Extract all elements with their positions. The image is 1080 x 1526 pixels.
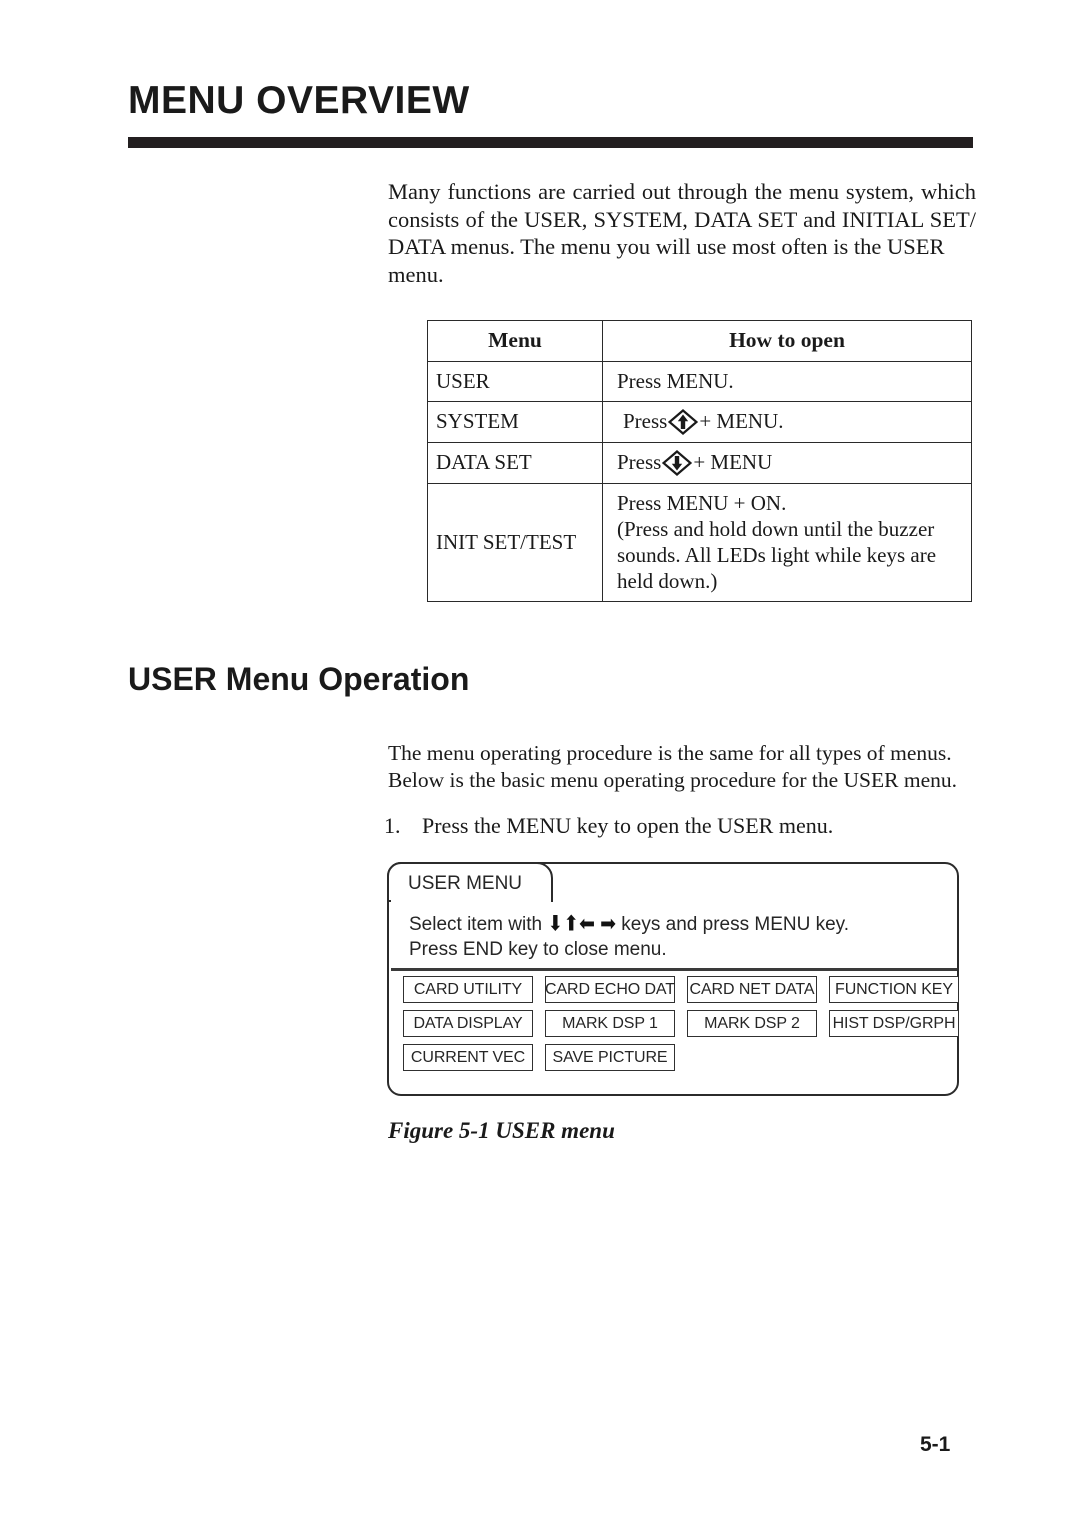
- menu-name-user: USER: [427, 361, 603, 402]
- step-number: 1.: [384, 813, 401, 838]
- menu-grid-row: DATA DISPLAY MARK DSP 1 MARK DSP 2 HIST …: [403, 1010, 959, 1037]
- menu-cell: MARK DSP 2: [687, 1010, 829, 1037]
- menu-item-mark-dsp-2[interactable]: MARK DSP 2: [687, 1010, 817, 1037]
- menu-item-hist-dsp-grph[interactable]: HIST DSP/GRPH: [829, 1010, 959, 1037]
- page-title: MENU OVERVIEW: [128, 79, 470, 122]
- menu-instruction-line-2: Press END key to close menu.: [409, 939, 667, 960]
- menu-cell: HIST DSP/GRPH: [829, 1010, 971, 1037]
- intro-line-3: DATA menus. The menu you will use most o…: [388, 234, 945, 259]
- menu-name-init-set-test: INIT SET/TEST: [427, 483, 603, 602]
- how-to-open-user: Press MENU.: [602, 361, 972, 402]
- menu-name-data-set: DATA SET: [427, 442, 603, 484]
- how-to-line-2: (Press and hold down until the buzzer: [617, 517, 935, 541]
- menu-item-save-picture[interactable]: SAVE PICTURE: [545, 1044, 675, 1071]
- menu-cell: DATA DISPLAY: [403, 1010, 545, 1037]
- intro-paragraph: Many functions are carried out through t…: [388, 178, 976, 288]
- procedure-line-1: The menu operating procedure is the same…: [388, 741, 952, 765]
- how-to-prefix: Press: [623, 409, 668, 433]
- column-header-menu: Menu: [427, 320, 603, 362]
- key-up-arrow-icon: [668, 409, 699, 435]
- how-to-suffix: + MENU.: [699, 409, 784, 433]
- menu-item-card-utility[interactable]: CARD UTILITY: [403, 976, 533, 1003]
- menu-grid-row: CARD UTILITY CARD ECHO DAT CARD NET DATA…: [403, 976, 959, 1003]
- menu-cell: CURRENT VEC: [403, 1044, 545, 1071]
- instruction-suffix: keys and press MENU key.: [621, 914, 850, 935]
- how-to-text: Press MENU.: [617, 369, 734, 393]
- menu-item-data-display[interactable]: DATA DISPLAY: [403, 1010, 533, 1037]
- menu-cell: SAVE PICTURE: [545, 1044, 687, 1071]
- page-number: 5-1: [920, 1433, 951, 1456]
- menu-cell: MARK DSP 1: [545, 1010, 687, 1037]
- how-to-line-1: Press MENU + ON.: [617, 491, 787, 515]
- arrow-down-icon: ⬇: [547, 911, 564, 937]
- table-header-row: Menu How to open: [427, 320, 972, 362]
- user-menu-screen: USER MENU Select item with ⬇⬆⬅ ➡ keys and…: [387, 862, 959, 1096]
- menu-instruction-line-1: Select item with ⬇⬆⬅ ➡ keys and press MEN…: [409, 912, 849, 937]
- table-row: DATA SET Press + MENU: [427, 442, 972, 484]
- key-down-arrow-icon: [662, 450, 693, 476]
- figure-user-menu: USER MENU Select item with ⬇⬆⬅ ➡ keys and…: [387, 862, 959, 1096]
- how-to-text: Press + MENU.: [617, 408, 971, 435]
- how-to-open-data-set: Press + MENU: [602, 442, 972, 484]
- menu-instructions: Select item with ⬇⬆⬅ ➡ keys and press MEN…: [409, 912, 849, 962]
- how-to-line-3: sounds. All LEDs light while keys are: [617, 543, 937, 567]
- how-to-text: Press + MENU: [617, 449, 971, 476]
- how-to-open-system: Press + MENU.: [602, 401, 972, 443]
- menu-item-current-vec[interactable]: CURRENT VEC: [403, 1044, 533, 1071]
- procedure-line-2: Below is the basic menu operating proced…: [388, 768, 958, 792]
- title-divider-rule: [128, 137, 973, 148]
- menu-open-methods-table: Menu How to open USER Press MENU. SYSTEM…: [427, 320, 972, 602]
- menu-grid-row: CURRENT VEC SAVE PICTURE: [403, 1044, 951, 1071]
- arrow-up-icon: ⬆: [563, 911, 580, 937]
- instruction-divider-rule: [391, 968, 957, 971]
- step-text: Press the MENU key to open the USER menu…: [422, 813, 834, 838]
- tab-gap-cover: [391, 900, 551, 904]
- menu-cell-empty: [829, 1044, 971, 1071]
- menu-cell: CARD NET DATA: [687, 976, 829, 1003]
- menu-name-system: SYSTEM: [427, 401, 603, 443]
- intro-line-4: menu.: [388, 261, 444, 287]
- user-menu-tab-label: USER MENU: [408, 873, 523, 894]
- how-to-line-4: held down.): [617, 569, 718, 593]
- menu-item-card-echo-dat[interactable]: CARD ECHO DAT: [545, 976, 675, 1003]
- menu-item-mark-dsp-1[interactable]: MARK DSP 1: [545, 1010, 675, 1037]
- arrow-left-icon: ⬅: [579, 911, 596, 937]
- menu-item-function-key[interactable]: FUNCTION KEY: [829, 976, 959, 1003]
- menu-item-card-net-data[interactable]: CARD NET DATA: [687, 976, 817, 1003]
- table-row: SYSTEM Press + MENU.: [427, 401, 972, 443]
- table-row: INIT SET/TEST Press MENU + ON. (Press an…: [427, 483, 972, 602]
- instruction-prefix: Select item with: [409, 914, 543, 935]
- menu-item-grid: CARD UTILITY CARD ECHO DAT CARD NET DATA…: [403, 976, 959, 1078]
- menu-cell-empty: [687, 1044, 829, 1071]
- procedure-paragraph: The menu operating procedure is the same…: [388, 740, 976, 794]
- table-row: USER Press MENU.: [427, 361, 972, 402]
- menu-cell: FUNCTION KEY: [829, 976, 971, 1003]
- how-to-prefix: Press: [617, 450, 662, 474]
- figure-caption: Figure 5-1 USER menu: [388, 1118, 615, 1143]
- how-to-suffix: + MENU: [693, 450, 773, 474]
- menu-cell: CARD ECHO DAT: [545, 976, 687, 1003]
- arrow-right-icon: ➡: [600, 911, 617, 937]
- procedure-step-1: 1. Press the MENU key to open the USER me…: [384, 813, 833, 839]
- intro-line-2: consists of the USER, SYSTEM, DATA SET a…: [388, 206, 976, 232]
- how-to-open-init-set-test: Press MENU + ON. (Press and hold down un…: [602, 483, 972, 602]
- section-heading: USER Menu Operation: [128, 661, 470, 697]
- intro-line-1: Many functions are carried out through t…: [388, 179, 976, 204]
- column-header-how-to-open: How to open: [602, 320, 972, 362]
- menu-cell: CARD UTILITY: [403, 976, 545, 1003]
